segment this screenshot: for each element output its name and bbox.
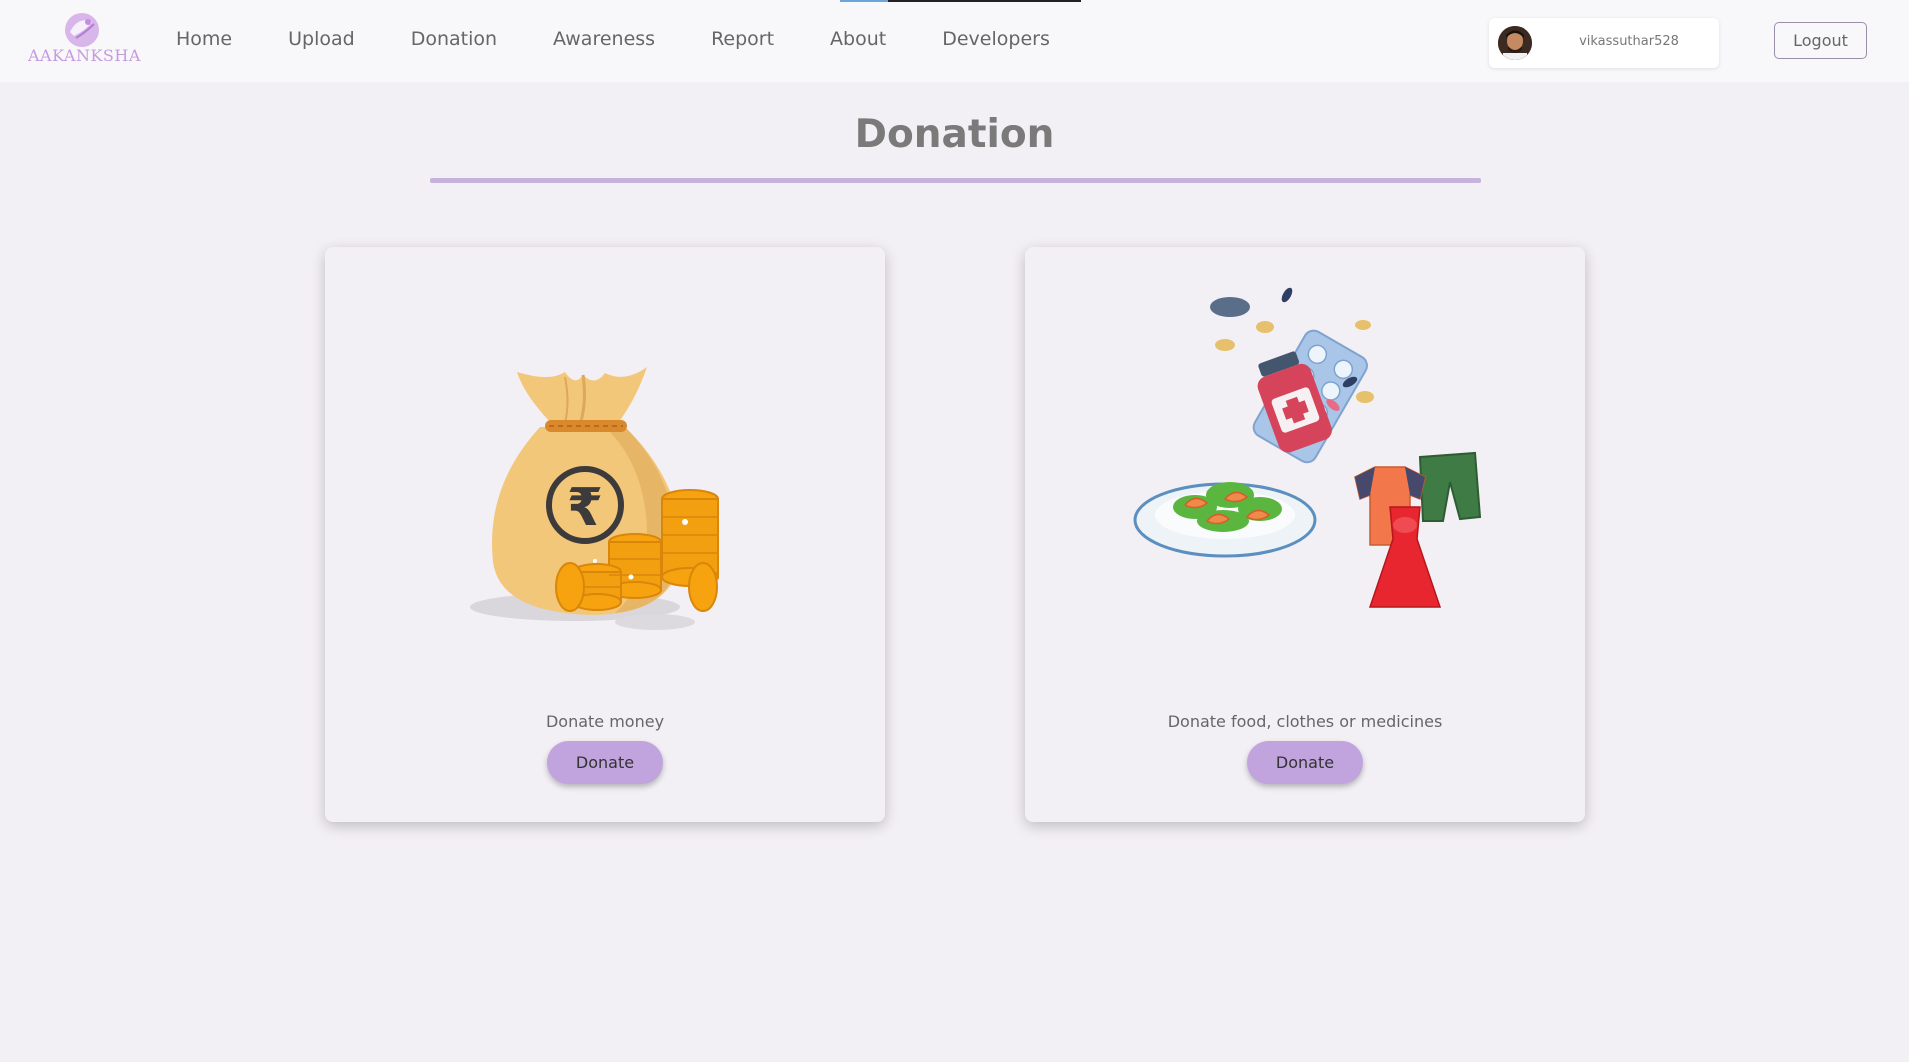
donate-goods-text: Donate food, clothes or medicines	[1167, 712, 1443, 731]
donate-money-text: Donate money	[545, 712, 665, 731]
avatar	[1498, 26, 1532, 60]
progress-highlight	[840, 0, 888, 2]
food-clothes-medicine-icon	[1133, 287, 1482, 608]
main-nav: Home Upload Donation Awareness Report Ab…	[176, 28, 1106, 58]
top-navbar: AAKANKSHA Home Upload Donation Awareness…	[0, 0, 1909, 82]
logout-button[interactable]: Logout	[1774, 22, 1867, 59]
user-avatar-icon	[1498, 26, 1532, 60]
donate-goods-card: Donate food, clothes or medicines Donate	[1025, 247, 1585, 822]
nav-report[interactable]: Report	[711, 28, 774, 58]
nav-home[interactable]: Home	[176, 28, 232, 58]
donate-money-button[interactable]: Donate	[547, 741, 663, 784]
page-title: Donation	[854, 112, 1055, 157]
brand-logo[interactable]: AAKANKSHA	[28, 10, 141, 72]
aakanksha-logo-icon	[65, 13, 99, 47]
donate-money-card: ₹ Donate money Donate	[325, 247, 885, 822]
donate-goods-button[interactable]: Donate	[1247, 741, 1363, 784]
money-bag-rupee-icon: ₹	[470, 367, 719, 630]
logo-wordmark: AAKANKSHA	[28, 46, 141, 65]
title-underline	[430, 178, 1481, 183]
nav-upload[interactable]: Upload	[288, 28, 355, 58]
nav-developers[interactable]: Developers	[942, 28, 1050, 58]
svg-text:₹: ₹	[567, 478, 603, 538]
nav-awareness[interactable]: Awareness	[553, 28, 655, 58]
nav-about[interactable]: About	[830, 28, 886, 58]
page-load-progress	[840, 0, 1081, 2]
nav-donation[interactable]: Donation	[411, 28, 497, 58]
username-label: vikassuthar528	[1579, 34, 1679, 49]
user-profile-chip[interactable]: vikassuthar528	[1489, 18, 1719, 68]
